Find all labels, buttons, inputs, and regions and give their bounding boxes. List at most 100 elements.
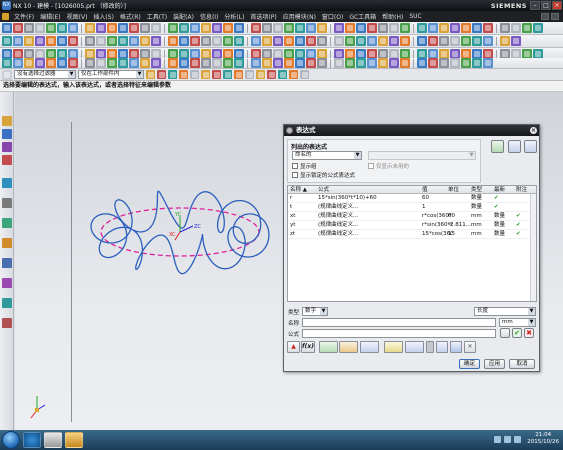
name-input[interactable] (302, 318, 496, 327)
taskbar-app-icon[interactable] (44, 432, 62, 448)
measure-icon[interactable] (168, 36, 178, 46)
snap-icon[interactable] (256, 70, 265, 79)
menu-gc-toolkit[interactable]: GC工具箱 (346, 12, 379, 21)
blend-icon[interactable] (262, 36, 272, 46)
spline-icon[interactable] (118, 23, 128, 33)
view-icon[interactable] (306, 58, 316, 68)
trim-icon[interactable] (168, 23, 178, 33)
unite-icon[interactable] (417, 36, 427, 46)
hole-icon[interactable] (68, 58, 78, 68)
orient-icon[interactable] (300, 70, 309, 79)
subtract-icon[interactable] (511, 23, 521, 33)
existing-point-icon[interactable] (212, 70, 221, 79)
column-header-name[interactable]: 名称 ▲ (290, 186, 316, 194)
pattern-icon[interactable] (201, 23, 211, 33)
menu-help[interactable]: 帮助(H) (379, 12, 406, 21)
line-icon[interactable] (345, 36, 355, 46)
unite-icon[interactable] (129, 36, 139, 46)
boss-icon[interactable] (367, 58, 377, 68)
revolve-icon[interactable] (57, 58, 67, 68)
point-on-curve-icon[interactable] (223, 70, 232, 79)
unite-icon[interactable] (500, 23, 510, 33)
measure-distance-icon[interactable]: ▲ (287, 341, 300, 353)
trim-icon[interactable] (201, 58, 211, 68)
blend-icon[interactable] (57, 23, 67, 33)
system-scenes-icon[interactable] (2, 298, 12, 308)
datum-plane-icon[interactable] (417, 58, 427, 68)
hole-icon[interactable] (356, 58, 366, 68)
arc-icon[interactable] (472, 58, 482, 68)
boss-icon[interactable] (251, 36, 261, 46)
bounded-grid-icon[interactable] (245, 70, 254, 79)
blend-icon[interactable] (96, 58, 106, 68)
blend-icon[interactable] (378, 58, 388, 68)
pattern-icon[interactable] (483, 23, 493, 33)
arc-center-icon[interactable] (190, 70, 199, 79)
mid-point-icon[interactable] (157, 70, 166, 79)
sketch-icon[interactable] (284, 23, 294, 33)
point-icon[interactable] (450, 58, 460, 68)
link-icon[interactable] (360, 341, 379, 353)
create-interpart-expression-icon[interactable] (319, 341, 338, 353)
chamfer-icon[interactable] (389, 58, 399, 68)
quadrant-point-icon[interactable] (201, 70, 210, 79)
import-expressions-icon[interactable] (508, 140, 521, 153)
delete-icon[interactable]: ✕ (464, 341, 476, 353)
table-row[interactable]: r 15*sin(360*t*10)+60 60 数量 ✔ (288, 194, 536, 203)
roles-icon[interactable] (2, 278, 12, 288)
measure-icon[interactable] (251, 23, 261, 33)
taskbar-app-icon[interactable] (23, 432, 41, 448)
accept-edit-icon[interactable]: ✔ (512, 328, 522, 338)
edit-multiple-icon[interactable] (405, 341, 424, 353)
column-header-formula[interactable]: 公式 (318, 186, 418, 194)
unite-icon[interactable] (251, 58, 261, 68)
apply-button[interactable]: 应用 (484, 359, 505, 369)
column-header-latest[interactable]: 最新 (494, 186, 512, 194)
line-icon[interactable] (428, 23, 438, 33)
sketch-icon[interactable] (483, 36, 493, 46)
menu-information[interactable]: 信息(I) (197, 12, 221, 21)
revolve-icon[interactable] (223, 36, 233, 46)
assembly-navigator-icon[interactable] (2, 129, 12, 139)
line-icon[interactable] (140, 23, 150, 33)
datum-plane-icon[interactable] (295, 36, 305, 46)
offset-icon[interactable] (179, 23, 189, 33)
maximize-button[interactable]: □ (541, 1, 551, 10)
measure-icon[interactable] (284, 58, 294, 68)
offset-icon[interactable] (96, 36, 106, 46)
system-materials-icon[interactable] (2, 218, 12, 228)
volume-icon[interactable] (514, 435, 522, 443)
table-scrollbar[interactable] (530, 194, 536, 301)
start-button[interactable] (2, 431, 20, 449)
unite-icon[interactable] (212, 23, 222, 33)
menu-tools[interactable]: 工具(T) (144, 12, 170, 21)
chamfer-icon[interactable] (68, 23, 78, 33)
render-icon[interactable] (295, 58, 305, 68)
shell-icon[interactable] (367, 23, 377, 33)
command-finder-icon[interactable] (541, 13, 549, 20)
tray-icon[interactable] (494, 435, 502, 443)
spreadsheet-edit-icon[interactable] (491, 140, 504, 153)
trim-icon[interactable] (85, 36, 95, 46)
menu-file[interactable]: 文件(F) (11, 12, 37, 21)
listed-filter-select[interactable]: 命名的 ▼ (292, 151, 362, 160)
revolve-icon[interactable] (306, 23, 316, 33)
refresh-icon[interactable] (450, 341, 462, 353)
menu-edit[interactable]: 编辑(E) (37, 12, 63, 21)
subtract-icon[interactable] (140, 36, 150, 46)
list-icon[interactable] (436, 341, 448, 353)
subtract-icon[interactable] (428, 36, 438, 46)
hd3d-tools-icon[interactable] (2, 318, 12, 328)
point-icon[interactable] (168, 58, 178, 68)
menu-application[interactable]: 应用模块(N) (280, 12, 319, 21)
restore-icon[interactable] (551, 13, 559, 20)
type-select[interactable]: 数字 ▼ (302, 307, 328, 316)
formula-edit-icon[interactable] (500, 328, 510, 338)
offset-icon[interactable] (212, 58, 222, 68)
point-icon[interactable] (129, 23, 139, 33)
open-file-icon[interactable] (384, 341, 403, 353)
reset-icon[interactable] (278, 70, 287, 79)
reference-icon[interactable] (339, 341, 358, 353)
history-icon[interactable] (2, 198, 12, 208)
point-on-face-icon[interactable] (234, 70, 243, 79)
